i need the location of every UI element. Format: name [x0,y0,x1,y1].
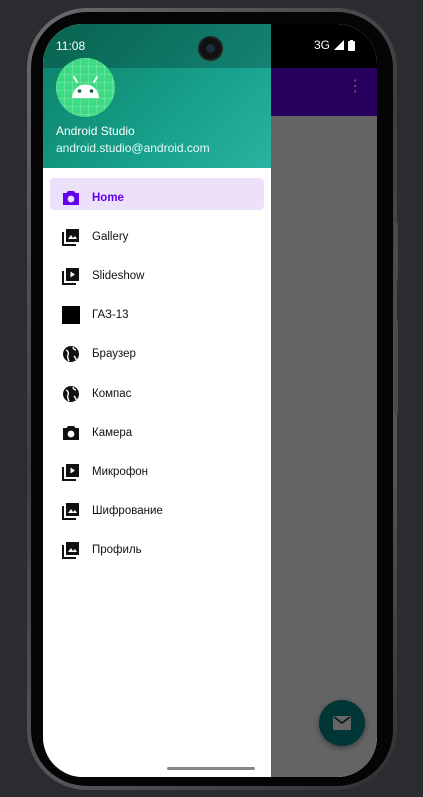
menu-item-gallery[interactable]: Gallery [43,217,271,256]
menu-item-slideshow[interactable]: Slideshow [43,256,271,295]
slideshow-icon [62,267,80,285]
menu-item-browser[interactable]: Браузер [43,335,271,374]
menu-item-label: ГАЗ-13 [92,309,129,322]
menu-item-label: Gallery [92,230,129,243]
menu-item-label: Профиль [92,544,142,557]
status-time: 11:08 [56,39,86,53]
drawer-menu: Home Gallery Slideshow ГАЗ-13 Браузер Ко… [43,178,271,570]
menu-item-label: Home [92,191,124,204]
menu-item-camera[interactable]: Камера [43,413,271,452]
status-icons: 3G [314,38,355,52]
globe-icon [62,385,80,403]
menu-item-compass[interactable]: Компас [43,374,271,413]
drawer-user-email: android.studio@android.com [56,141,210,155]
menu-item-encryption[interactable]: Шифрование [43,492,271,531]
slideshow-icon [62,463,80,481]
drawer-user-name: Android Studio [56,124,135,138]
gallery-icon [62,541,80,560]
home-indicator[interactable] [167,767,255,770]
gallery-icon [62,502,80,521]
menu-item-label: Микрофон [92,465,149,478]
volume-up-button [394,222,398,282]
menu-item-gaz-13[interactable]: ГАЗ-13 [43,296,271,335]
black-square-icon [62,306,80,325]
volume-down-button [394,320,398,415]
menu-item-label: Slideshow [92,269,145,282]
signal-icon [334,40,344,50]
menu-item-home[interactable]: Home [43,178,271,217]
menu-item-label: Компас [92,387,132,400]
menu-item-label: Шифрование [92,505,163,518]
menu-item-label: Камера [92,426,133,439]
screen: ⋮ ent Android Studio [43,24,377,777]
network-type: 3G [313,38,330,52]
battery-icon [348,39,355,51]
camera-icon [62,424,80,442]
android-logo-icon [56,58,115,117]
gallery-icon [62,228,80,246]
menu-item-label: Браузер [92,348,136,361]
camera-icon [62,189,80,207]
menu-item-profile[interactable]: Профиль [43,531,271,570]
menu-item-microphone[interactable]: Микрофон [43,452,271,491]
navigation-drawer: Android Studio android.studio@android.co… [43,24,271,777]
front-camera [198,36,223,61]
globe-icon [62,345,80,363]
